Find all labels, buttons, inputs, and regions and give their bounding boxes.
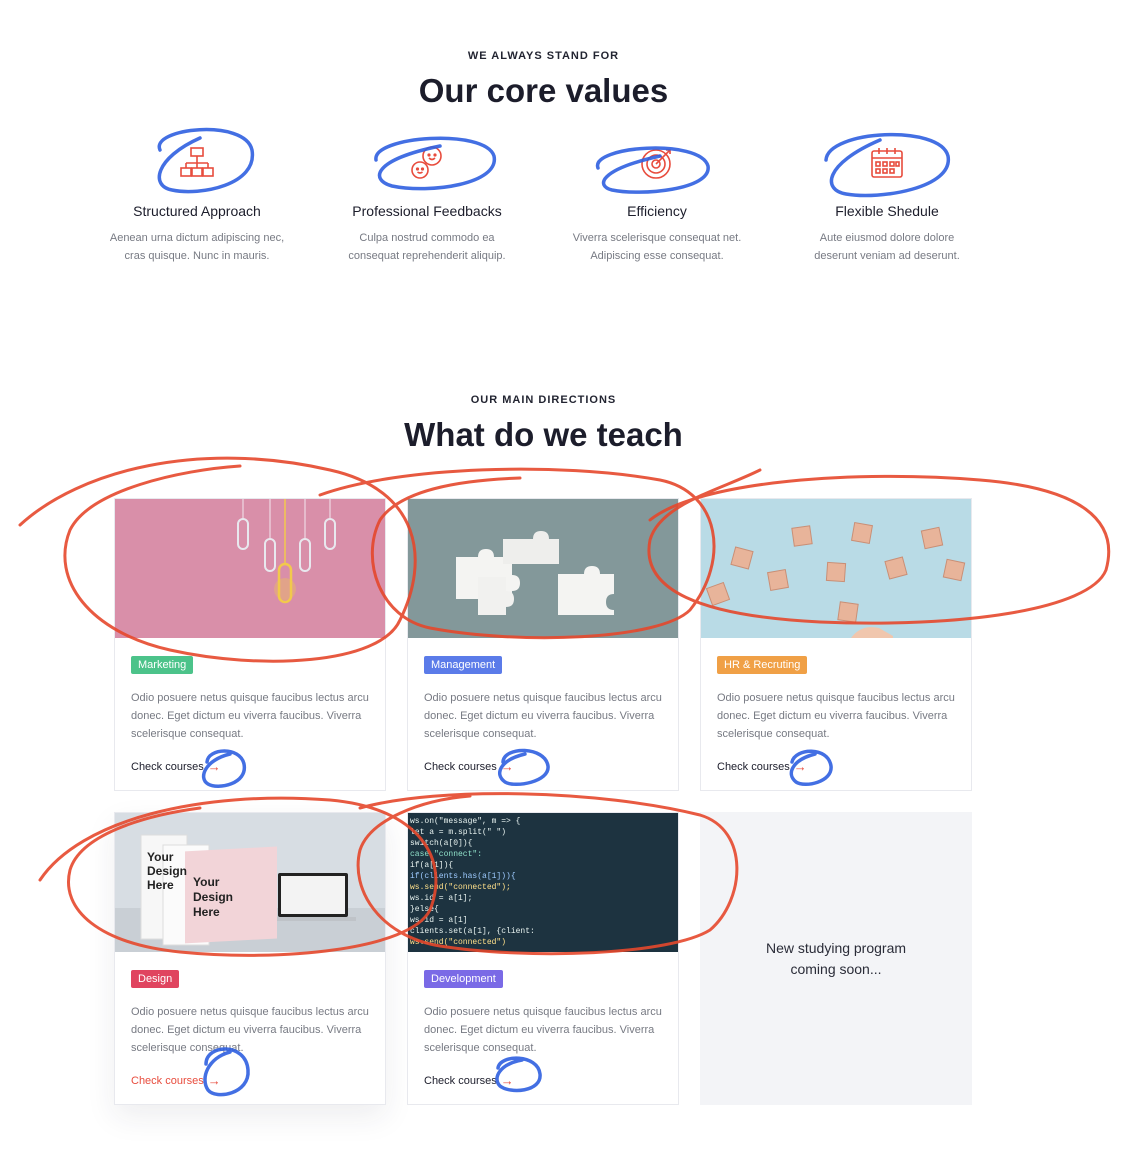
coming-soon-text: New studying program coming soon... <box>765 939 907 977</box>
code-line: }else{ <box>410 905 439 914</box>
mockup-text: Your <box>193 875 220 889</box>
card-description: Odio posuere netus quisque faucibus lect… <box>717 692 955 740</box>
value-item-efficiency: Efficiency Viverra scelerisque consequat… <box>542 145 772 265</box>
mockup-text: Here <box>147 878 174 892</box>
check-courses-label: Check courses <box>424 760 497 773</box>
check-courses-link[interactable]: Check courses → <box>424 1073 514 1088</box>
value-description: Aenean urna dictum adipiscing nec, cras … <box>109 232 285 262</box>
code-line: if(clients.has(a[1])){ <box>410 872 516 881</box>
category-badge: Management <box>424 656 503 674</box>
code-line: ws.send("connected"); <box>410 883 511 892</box>
check-courses-label: Check courses <box>131 1074 204 1087</box>
card-description: Odio posuere netus quisque faucibus lect… <box>131 692 369 740</box>
arrow-right-icon: → <box>207 759 221 774</box>
card-image-code-screen: ws.on("message", m => { let a = m.split(… <box>408 813 678 952</box>
check-courses-link[interactable]: Check courses → <box>717 759 807 774</box>
value-title: Flexible Shedule <box>835 203 939 219</box>
category-badge: Marketing <box>131 656 194 674</box>
code-line: ws.id = a[1] <box>410 916 468 925</box>
check-courses-label: Check courses <box>131 760 204 773</box>
code-line: switch(a[0]){ <box>410 839 473 848</box>
directions-title: What do we teach <box>404 416 683 453</box>
code-line: case "connect": <box>410 850 482 859</box>
hierarchy-icon <box>180 147 214 177</box>
check-courses-link[interactable]: Check courses → <box>131 1073 221 1088</box>
value-item-structured-approach: Structured Approach Aenean urna dictum a… <box>82 145 312 265</box>
code-line: ws.on("message", m => { <box>410 817 521 826</box>
card-image-design-mockups: Your Design Here Your Design Here <box>115 813 385 952</box>
chat-feedback-icon <box>411 146 442 179</box>
category-badge: HR & Recruting <box>717 656 808 674</box>
check-courses-label: Check courses <box>717 760 790 773</box>
arrow-right-icon: → <box>207 1073 221 1088</box>
code-line: if(a[1]){ <box>410 861 453 870</box>
code-line: ws.send("connected") <box>410 938 506 947</box>
course-card-management[interactable]: Management Odio posuere netus quisque fa… <box>407 498 679 791</box>
course-card-design[interactable]: Your Design Here Your Design Here Design… <box>114 812 386 1105</box>
arrow-right-icon: → <box>500 759 514 774</box>
mockup-text: Design <box>147 864 187 878</box>
check-courses-link[interactable]: Check courses → <box>131 759 221 774</box>
value-title: Professional Feedbacks <box>352 203 502 219</box>
course-card-marketing[interactable]: Marketing Odio posuere netus quisque fau… <box>114 498 386 791</box>
mockup-text: Here <box>193 905 220 919</box>
code-line: clients.set(a[1], {client: <box>410 927 535 936</box>
card-description: Odio posuere netus quisque faucibus lect… <box>131 1006 369 1054</box>
value-item-professional-feedbacks: Professional Feedbacks Culpa nostrud com… <box>312 145 542 265</box>
core-values-eyebrow: WE ALWAYS STAND FOR <box>467 50 620 62</box>
code-line: ws.id = a[1]; <box>410 894 472 903</box>
card-description: Odio posuere netus quisque faucibus lect… <box>424 692 662 740</box>
directions-eyebrow: OUR MAIN DIRECTIONS <box>470 394 617 406</box>
core-values-title: Our core values <box>418 72 669 109</box>
course-card-development[interactable]: ws.on("message", m => { let a = m.split(… <box>407 812 679 1105</box>
code-line: let a = m.split(" ") <box>410 828 506 837</box>
calendar-icon <box>871 148 903 178</box>
value-title: Efficiency <box>627 203 687 219</box>
course-card-hr-recruiting[interactable]: HR & Recruting Odio posuere netus quisqu… <box>700 498 972 791</box>
value-description: Aute eiusmod dolore dolore deserunt veni… <box>814 232 960 262</box>
mockup-text: Design <box>193 890 233 904</box>
coming-soon-card: New studying program coming soon... <box>700 812 972 1105</box>
card-description: Odio posuere netus quisque faucibus lect… <box>424 1006 662 1054</box>
arrow-right-icon: → <box>793 759 807 774</box>
card-image-paperclips <box>115 499 385 638</box>
value-description: Viverra scelerisque consequat net. Adipi… <box>572 232 742 262</box>
category-badge: Design <box>131 970 180 988</box>
target-icon <box>641 149 671 179</box>
check-courses-link[interactable]: Check courses → <box>424 759 514 774</box>
arrow-right-icon: → <box>500 1073 514 1088</box>
card-image-people-blocks <box>701 499 971 638</box>
value-description: Culpa nostrud commodo ea consequat repre… <box>348 232 506 262</box>
card-image-puzzle <box>408 499 678 638</box>
category-badge: Development <box>424 970 503 988</box>
value-item-flexible-schedule: Flexible Shedule Aute eiusmod dolore dol… <box>772 145 1002 265</box>
check-courses-label: Check courses <box>424 1074 497 1087</box>
value-title: Structured Approach <box>133 203 261 219</box>
mockup-text: Your <box>147 850 174 864</box>
